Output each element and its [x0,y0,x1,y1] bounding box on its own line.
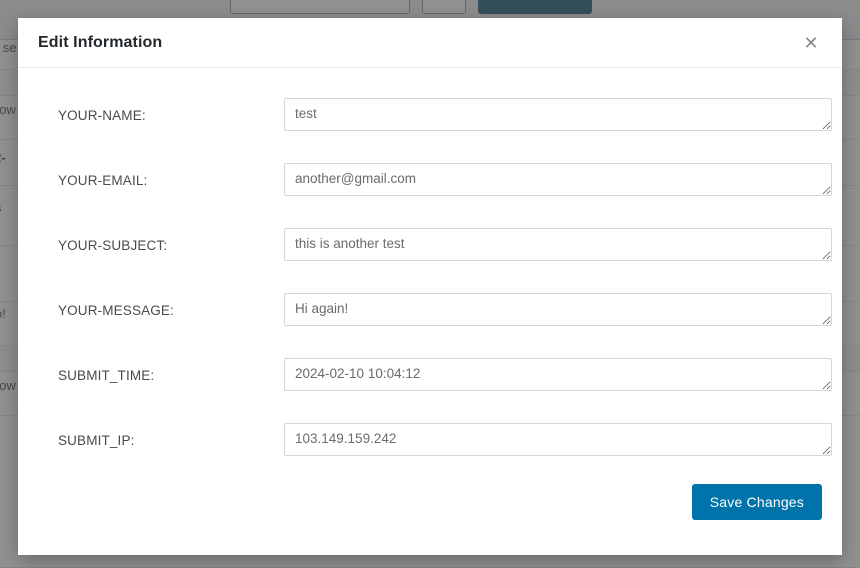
field-row-your-message: YOUR-MESSAGE: [38,281,832,346]
field-control-submit-ip [284,423,832,456]
field-label-submit-time: SUBMIT_TIME: [58,368,155,383]
modal-header: Edit Information ✕ [18,18,842,68]
field-row-your-subject: YOUR-SUBJECT: [38,216,832,281]
field-control-your-message [284,293,832,326]
close-icon[interactable]: ✕ [800,32,822,54]
submit-time-input[interactable] [284,358,832,391]
field-label-your-email: YOUR-EMAIL: [58,173,148,188]
field-label-submit-ip: SUBMIT_IP: [58,433,135,448]
submit-ip-input[interactable] [284,423,832,456]
modal-title: Edit Information [38,33,163,51]
field-control-your-name [284,98,832,131]
edit-information-modal: Edit Information ✕ YOUR-NAME: YOUR-EMAIL… [18,18,842,555]
field-control-your-subject [284,228,832,261]
save-changes-button[interactable]: Save Changes [691,484,822,520]
field-row-your-email: YOUR-EMAIL: [38,151,832,216]
your-email-input[interactable] [284,163,832,196]
your-message-input[interactable] [284,293,832,326]
field-row-your-name: YOUR-NAME: [38,86,832,151]
field-label-your-name: YOUR-NAME: [58,108,146,123]
field-label-your-subject: YOUR-SUBJECT: [58,238,168,253]
screen: e se now R- is lo! now Edit Information … [0,0,860,568]
your-subject-input[interactable] [284,228,832,261]
field-row-submit-time: SUBMIT_TIME: [38,346,832,411]
field-label-your-message: YOUR-MESSAGE: [58,303,174,318]
modal-footer: Save Changes [18,476,842,558]
field-row-submit-ip: SUBMIT_IP: [38,411,832,476]
modal-body: YOUR-NAME: YOUR-EMAIL: YOUR-SUBJECT: YOU… [18,68,842,476]
field-control-your-email [284,163,832,196]
your-name-input[interactable] [284,98,832,131]
field-control-submit-time [284,358,832,391]
